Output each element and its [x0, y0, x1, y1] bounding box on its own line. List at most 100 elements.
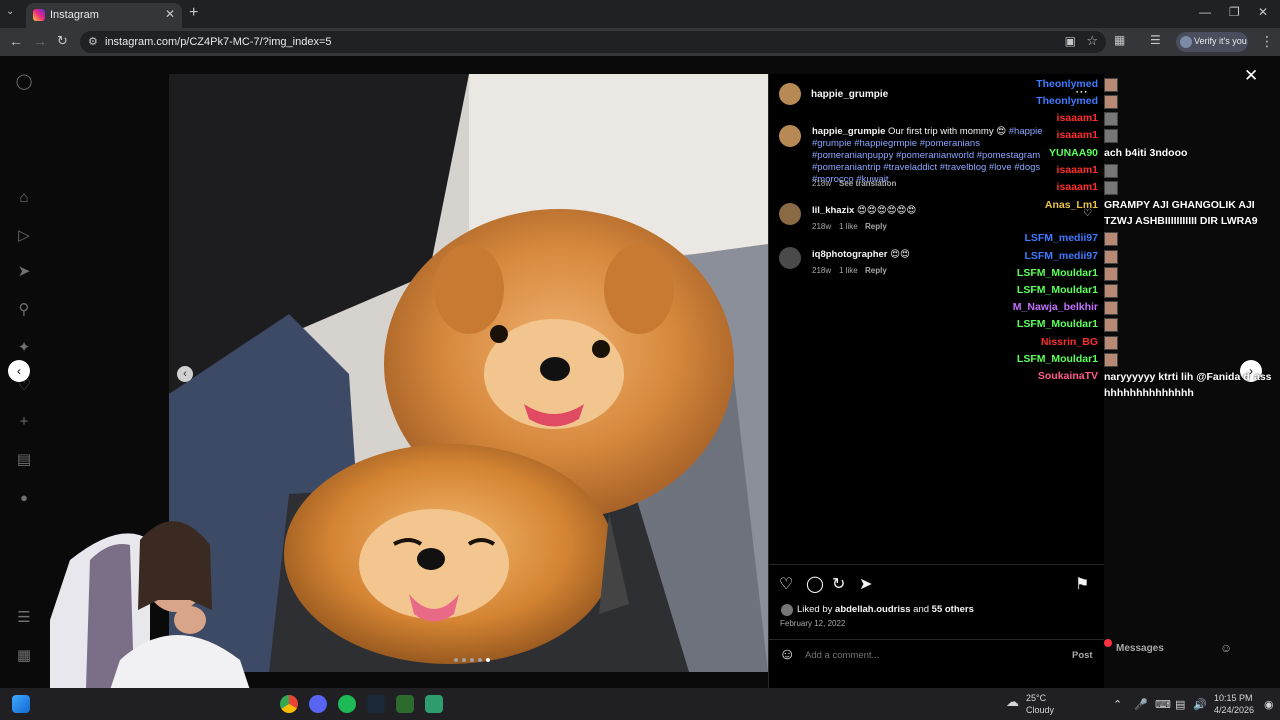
instagram-icon[interactable]: ◯: [14, 72, 34, 92]
liked-by: Liked by abdellah.oudriss and 55 others: [797, 604, 974, 616]
reply-link[interactable]: Reply: [865, 266, 887, 275]
address-bar[interactable]: ⚙ instagram.com/p/CZ4Pk7-MC-7/?img_index…: [80, 31, 1106, 53]
weather-icon[interactable]: ☁: [1006, 694, 1019, 710]
keyboard-icon[interactable]: ⌨: [1155, 698, 1171, 711]
game-launcher-icon[interactable]: [396, 695, 414, 713]
comment-user[interactable]: iq8photographer: [812, 249, 887, 260]
reading-list-icon[interactable]: ☰: [1150, 33, 1161, 47]
comment-user[interactable]: lil_khazix: [812, 205, 854, 216]
like-comment-icon[interactable]: ♡: [1083, 208, 1092, 219]
discord-icon[interactable]: [309, 695, 327, 713]
home-icon[interactable]: ⌂: [14, 188, 34, 208]
back-icon[interactable]: ←: [9, 33, 23, 49]
new-tab-icon[interactable]: +: [189, 4, 198, 22]
comment-age: 218w: [812, 266, 832, 275]
like-icon[interactable]: ♡: [779, 574, 793, 594]
post-comment-button[interactable]: Post: [1072, 650, 1093, 661]
chrome-icon[interactable]: [280, 695, 298, 713]
comment-divider: [769, 639, 1104, 640]
microphone-icon[interactable]: 🎤: [1134, 698, 1148, 711]
dashboard-icon[interactable]: ▤: [14, 450, 34, 470]
carousel-prev-icon[interactable]: ‹: [177, 366, 193, 382]
save-icon[interactable]: ⚑: [1075, 574, 1089, 594]
tab-close-icon[interactable]: ✕: [165, 7, 175, 21]
browser-menu-icon[interactable]: ⋮: [1260, 33, 1274, 50]
repost-icon[interactable]: ↻: [832, 574, 845, 594]
caption-age: 218w: [812, 179, 832, 188]
profile-icon[interactable]: ●: [14, 488, 34, 508]
comment-2: iq8photographer 😍😍: [812, 249, 910, 261]
minimize-icon[interactable]: —: [1199, 5, 1211, 19]
background-feed: [170, 56, 1104, 74]
comment-icon[interactable]: ◯: [806, 574, 824, 594]
post-options-icon[interactable]: ⋯: [1075, 84, 1088, 100]
create-icon[interactable]: +: [14, 412, 34, 432]
streamer-webcam: [50, 521, 260, 720]
caption-avatar[interactable]: [779, 125, 801, 147]
extensions-icon[interactable]: ▦: [1114, 33, 1125, 47]
more-icon[interactable]: ▦: [14, 646, 34, 666]
close-modal-icon[interactable]: ✕: [1244, 66, 1258, 86]
comment-text: 😍😍: [890, 249, 910, 260]
liked-by-prefix: Liked by: [797, 604, 833, 615]
menu-icon[interactable]: ☰: [14, 608, 34, 628]
verify-button[interactable]: Verify it's you: [1176, 32, 1248, 52]
messages-badge: [1104, 639, 1112, 647]
prev-post-icon[interactable]: ‹: [8, 360, 30, 382]
comment-input[interactable]: [805, 648, 1045, 662]
windows-taskbar: ☁ 25°C Cloudy ⌃ 🎤 ⌨ ▤ 🔊 10:15 PM 4/24/20…: [0, 688, 1280, 720]
liked-by-others[interactable]: 55 others: [932, 604, 974, 615]
weather-desc[interactable]: Cloudy: [1026, 705, 1054, 715]
comment-likes[interactable]: 1 like: [839, 266, 858, 275]
explore-icon[interactable]: ✦: [14, 338, 34, 358]
install-app-icon[interactable]: ▣: [1065, 34, 1076, 48]
author-avatar[interactable]: [779, 83, 801, 105]
post-date: February 12, 2022: [780, 619, 846, 628]
network-icon[interactable]: ▤: [1175, 698, 1185, 711]
steam-icon[interactable]: [367, 695, 385, 713]
verify-label: Verify it's you: [1194, 36, 1247, 46]
window-close-icon[interactable]: ✕: [1258, 5, 1268, 19]
tab-search-icon[interactable]: ⌄: [6, 6, 14, 17]
liked-by-user[interactable]: abdellah.oudriss: [835, 604, 911, 615]
messages-bar[interactable]: Messages ☺: [1100, 636, 1240, 662]
clock-date[interactable]: 4/24/2026: [1214, 705, 1254, 715]
reload-icon[interactable]: ↻: [57, 33, 68, 49]
liker-avatar: [781, 604, 793, 616]
comment-avatar[interactable]: [779, 203, 801, 225]
site-info-icon[interactable]: ⚙: [88, 35, 98, 48]
emoji-icon[interactable]: ☺: [779, 646, 795, 664]
caption-text: Our first trip with mommy: [888, 126, 994, 137]
reels-icon[interactable]: ▷: [14, 226, 34, 246]
comment-avatar[interactable]: [779, 247, 801, 269]
browser-toolbar: ← → ↻ ⚙ instagram.com/p/CZ4Pk7-MC-7/?img…: [0, 28, 1280, 56]
spotify-icon[interactable]: [338, 695, 356, 713]
share-icon[interactable]: ➤: [859, 574, 872, 594]
carousel-dot: [462, 658, 466, 662]
comment-likes[interactable]: 1 like: [839, 222, 858, 231]
post-author[interactable]: happie_grumpie: [811, 89, 888, 100]
weather-temp[interactable]: 25°C: [1026, 693, 1046, 703]
restore-icon[interactable]: ❐: [1229, 5, 1240, 19]
forward-icon[interactable]: →: [33, 33, 47, 49]
search-icon[interactable]: ⚲: [14, 300, 34, 320]
volume-icon[interactable]: 🔊: [1193, 698, 1207, 711]
see-translation-link[interactable]: See translation: [839, 179, 896, 188]
carousel-dot: [478, 658, 482, 662]
tab-instagram[interactable]: Instagram ✕: [26, 3, 182, 28]
messenger-icon[interactable]: ➤: [14, 262, 34, 282]
tray-chevron-icon[interactable]: ⌃: [1113, 698, 1122, 711]
liked-by-and: and: [913, 604, 930, 615]
notifications-icon[interactable]: ◉: [1264, 698, 1274, 711]
app-icon[interactable]: [425, 695, 443, 713]
comment-age: 218w: [812, 222, 832, 231]
windows-start-icon[interactable]: [12, 695, 30, 713]
carousel-dot: [470, 658, 474, 662]
next-post-icon[interactable]: ›: [1240, 360, 1262, 382]
instagram-favicon-icon: [33, 9, 45, 21]
bookmark-star-icon[interactable]: ☆: [1086, 33, 1098, 49]
reply-link[interactable]: Reply: [865, 222, 887, 231]
clock-time[interactable]: 10:15 PM: [1214, 693, 1253, 703]
carousel-dot: [454, 658, 458, 662]
caption-user[interactable]: happie_grumpie: [812, 126, 885, 137]
